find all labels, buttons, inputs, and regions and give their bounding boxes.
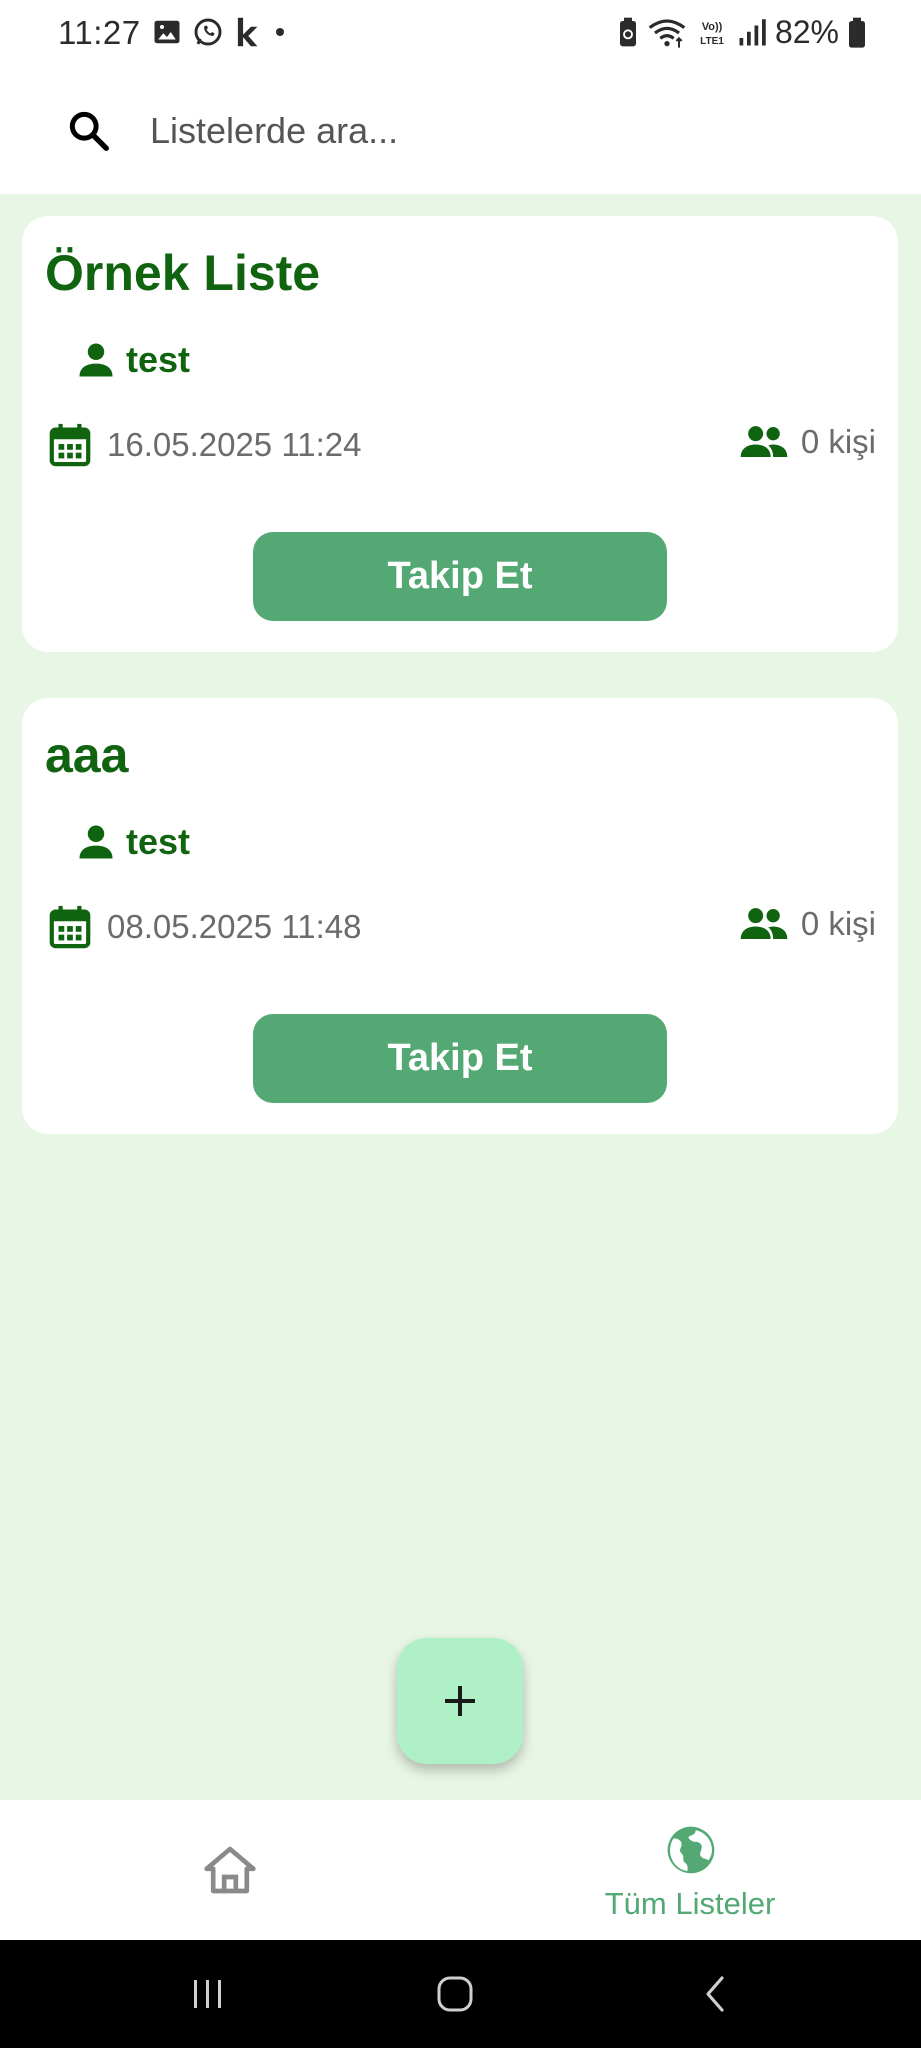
dot-icon: [276, 28, 284, 36]
back-chevron-icon: [706, 1976, 724, 2012]
notification-icons: [152, 16, 290, 48]
plus-icon: [445, 1686, 475, 1716]
calendar-icon: [49, 905, 91, 949]
person-icon: [79, 825, 113, 859]
person-icon: [79, 343, 113, 377]
list-owner: test: [74, 820, 190, 864]
volte-icon: Vo)) LTE1: [700, 21, 724, 47]
owner-name: test: [126, 339, 191, 380]
search-bar: [0, 70, 921, 194]
list-followers: 0 kişi: [739, 422, 876, 462]
calendar-icon: [49, 423, 91, 467]
home-system-button[interactable]: [415, 1940, 495, 2048]
follow-button[interactable]: Takip Et: [253, 532, 667, 621]
globe-icon: [667, 1826, 715, 1874]
date-text: 08.05.2025 11:48: [107, 908, 362, 945]
svg-text:Vo)): Vo)): [702, 21, 723, 33]
search-input[interactable]: [150, 100, 850, 162]
followers-count: 0 kişi: [800, 423, 876, 460]
recent-apps-button[interactable]: [168, 1940, 248, 2048]
status-bar: 11:27 Vo)) LTE1 82%: [0, 0, 921, 70]
nav-all-lists-label: Tüm Listeler: [604, 1886, 776, 1921]
group-icon: [740, 908, 788, 939]
system-navigation-bar: [0, 1940, 921, 2048]
k-app-icon: [237, 17, 258, 47]
wifi-icon: [648, 18, 686, 48]
home-icon: [204, 1846, 256, 1894]
home-circle-icon: [437, 1976, 473, 2012]
follow-button[interactable]: Takip Et: [253, 1014, 667, 1103]
list-followers: 0 kişi: [739, 904, 876, 944]
battery-saver-icon: [619, 17, 636, 46]
back-button[interactable]: [675, 1940, 755, 2048]
list-card[interactable]: Örnek Liste test 16.05.2025 11:24 0 kişi…: [22, 216, 898, 652]
nav-home[interactable]: [180, 1800, 280, 1940]
svg-text:LTE1: LTE1: [700, 36, 724, 47]
search-icon[interactable]: [66, 108, 112, 154]
list-title: Örnek Liste: [45, 245, 321, 301]
recents-icon: [194, 1980, 221, 2008]
system-indicators: Vo)) LTE1 82%: [617, 14, 867, 51]
nav-all-lists[interactable]: Tüm Listeler: [560, 1800, 820, 1940]
date-text: 16.05.2025 11:24: [107, 426, 362, 463]
followers-count: 0 kişi: [800, 905, 876, 942]
bottom-navigation: Tüm Listeler: [0, 1800, 921, 1940]
group-icon: [740, 426, 788, 457]
list-card[interactable]: aaa test 08.05.2025 11:48 0 kişi Takip E…: [22, 698, 898, 1134]
status-time: 11:27: [58, 14, 141, 51]
add-list-button[interactable]: [397, 1638, 523, 1764]
list-date: 08.05.2025 11:48: [47, 904, 361, 950]
list-title: aaa: [45, 727, 129, 783]
owner-name: test: [126, 821, 191, 862]
list-owner: test: [74, 338, 190, 382]
gallery-icon: [154, 20, 180, 44]
battery-percentage: 82%: [774, 14, 839, 50]
whatsapp-icon: [194, 18, 222, 46]
signal-icon: [739, 18, 766, 45]
list-date: 16.05.2025 11:24: [47, 422, 361, 468]
battery-icon: [849, 17, 865, 48]
